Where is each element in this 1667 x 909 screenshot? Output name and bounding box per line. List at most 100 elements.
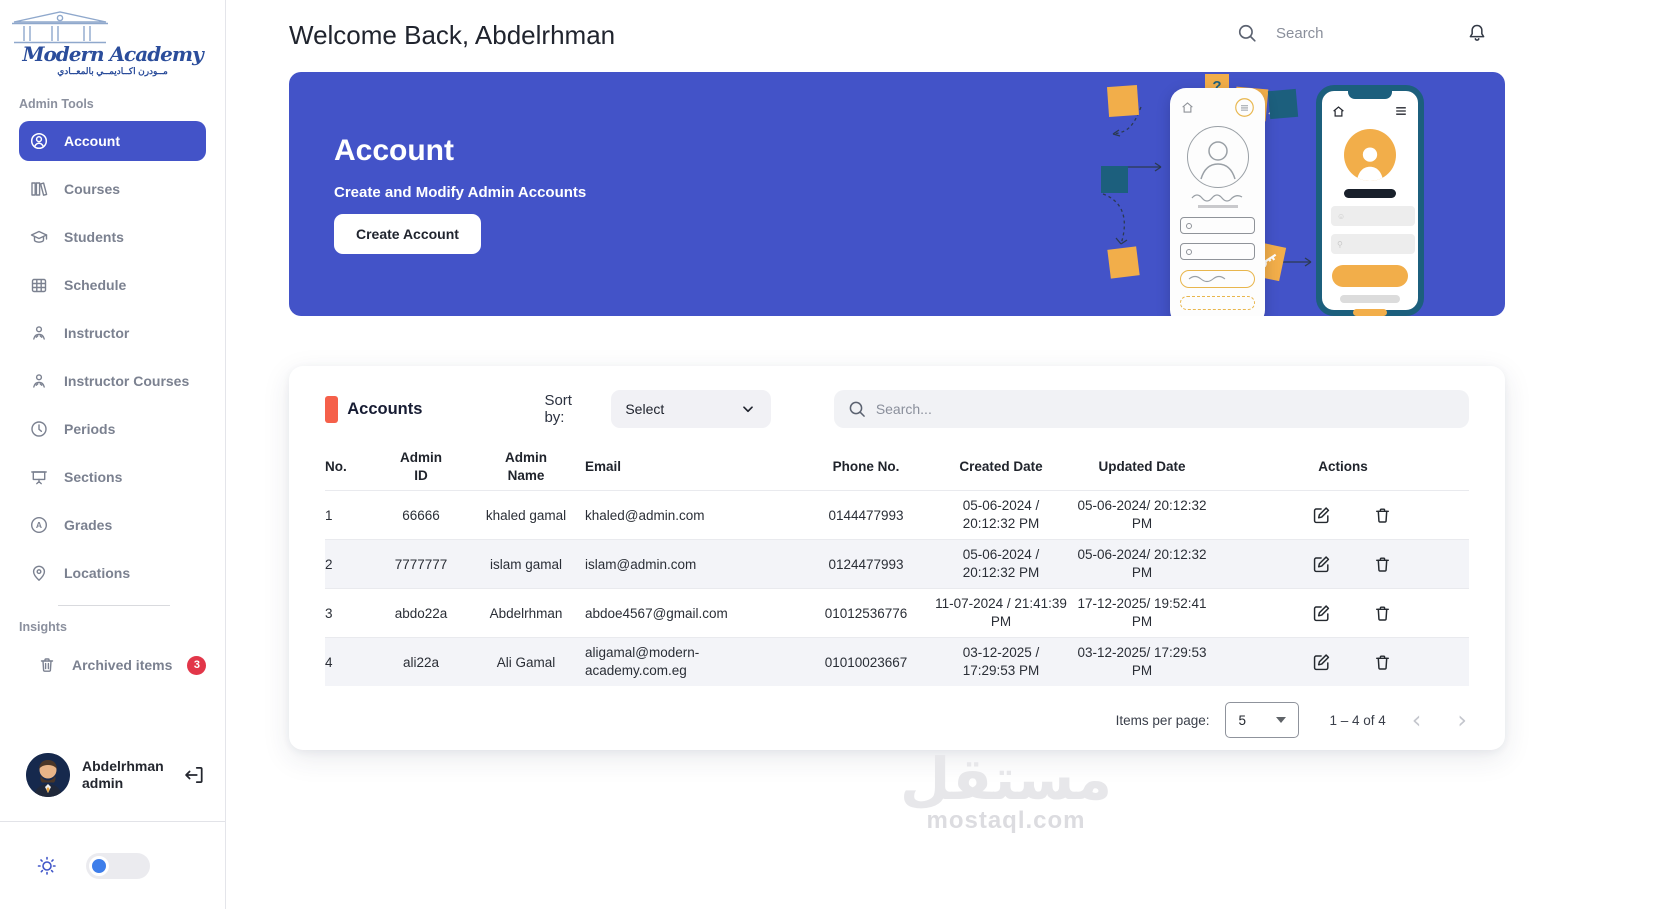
sketch-line [1197, 205, 1238, 208]
main-content: Welcome Back, Abdelrhman Account Create … [226, 0, 1667, 909]
sidebar-item-courses[interactable]: Courses [0, 165, 225, 213]
sketch-field [1180, 217, 1255, 234]
theme-toggle-knob [89, 855, 109, 876]
instructor-icon [33, 326, 45, 340]
account-hero-banner: Account Create and Modify Admin Accounts… [289, 72, 1505, 316]
delete-button[interactable] [1372, 652, 1393, 673]
cell-updated: 03-12-2025/ 17:29:53 PM [1077, 644, 1207, 678]
menu-icon [1396, 107, 1406, 115]
theme-toggle[interactable] [86, 852, 150, 879]
cell-created: 05-06-2024 / 20:12:32 PM [962, 497, 1040, 531]
table-search[interactable] [833, 390, 1469, 428]
user-profile[interactable]: Abdelrhman admin [0, 743, 225, 807]
sticky-note-teal [1101, 166, 1128, 193]
global-search[interactable] [1236, 22, 1406, 44]
cell-phone: 01012536776 [824, 605, 908, 621]
sidebar-item-label: Instructor [64, 325, 130, 341]
cell-admin-id: 7777777 [394, 556, 448, 572]
items-per-page-select[interactable]: 5 [1225, 702, 1300, 738]
cell-admin-name: Abdelrhman [489, 605, 563, 621]
sidebar-item-label: Periods [64, 421, 116, 437]
items-per-page-label: Items per page: [1115, 712, 1210, 728]
sidebar-section-admin-tools: Admin Tools [19, 97, 94, 111]
sidebar-item-instructor[interactable]: Instructor [0, 309, 225, 357]
mock-input: ☺ [1331, 206, 1415, 226]
home-icon [1182, 102, 1193, 113]
logout-button[interactable] [183, 764, 205, 786]
sidebar-item-students[interactable]: Students [0, 213, 225, 261]
archived-items-badge: 3 [187, 655, 207, 675]
archived-items-label: Archived items [72, 657, 173, 673]
create-account-button[interactable]: Create Account [334, 214, 481, 254]
edit-button[interactable] [1311, 554, 1332, 575]
avatar-filled [1344, 129, 1396, 181]
sidebar-item-grades[interactable]: A Grades [0, 501, 225, 549]
cell-admin-id: ali22a [402, 654, 440, 670]
books-icon [31, 182, 48, 196]
search-icon [1238, 24, 1256, 42]
page: Modern Academy مــودرن اكــاديمــي بالمع… [0, 0, 1667, 909]
col-admin-id: Admin ID [400, 450, 442, 483]
trash-icon [1375, 605, 1390, 621]
table-search-input[interactable] [875, 401, 1436, 417]
next-page-button[interactable]: › [1447, 708, 1477, 732]
sketch-button [1180, 270, 1255, 288]
theme-footer [0, 821, 225, 909]
col-actions: Actions [1318, 459, 1368, 475]
table-row: 1 66666 khaled gamal khaled@admin.com 01… [325, 490, 1469, 539]
hero-subtitle: Create and Modify Admin Accounts [334, 184, 587, 201]
hero-title: Account [334, 134, 454, 167]
delete-button[interactable] [1372, 554, 1393, 575]
instructor-courses-icon [33, 374, 45, 388]
watermark-domain: mostaql.com [926, 807, 1086, 834]
col-no: No. [325, 459, 347, 475]
sidebar-item-locations[interactable]: Locations [0, 549, 225, 597]
cell-created: 03-12-2025 / 17:29:53 PM [962, 644, 1040, 678]
cell-actions [1217, 505, 1469, 526]
bell-icon [1469, 24, 1485, 41]
edit-button[interactable] [1311, 652, 1332, 673]
sidebar-item-sections[interactable]: Sections [0, 453, 225, 501]
prev-page-button[interactable]: ‹ [1402, 708, 1432, 732]
watermark-arabic: مستقل [899, 745, 1113, 813]
logo-name: Modern Academy [22, 42, 203, 66]
sidebar-item-schedule[interactable]: Schedule [0, 261, 225, 309]
sketch-button-dashed [1180, 296, 1255, 310]
sticky-note-orange [1106, 84, 1140, 118]
cell-no: 4 [325, 654, 333, 670]
edit-button[interactable] [1311, 505, 1332, 526]
home-icon [1333, 105, 1344, 117]
chevron-down-icon [739, 400, 757, 418]
sort-select[interactable]: Select [611, 390, 771, 428]
cell-admin-id: 66666 [402, 507, 440, 523]
trash-icon [1375, 556, 1390, 572]
sidebar-item-archived-items[interactable]: Archived items 3 [0, 642, 225, 688]
avatar-sketch [1186, 126, 1249, 188]
global-search-input[interactable] [1276, 24, 1406, 42]
col-created: Created Date [959, 459, 1043, 475]
cell-phone: 0144477993 [828, 507, 904, 523]
svg-text:A: A [36, 520, 42, 530]
cell-email: abdoe4567@gmail.com [585, 605, 728, 621]
accounts-card: Accounts Sort by: Select No. [289, 366, 1505, 750]
cell-email: aligamal@modern-academy.com.eg [585, 644, 700, 678]
sticky-note-orange [1107, 246, 1140, 279]
mock-line-accent [1353, 309, 1387, 316]
col-email: Email [585, 459, 622, 475]
notifications-button[interactable] [1466, 22, 1488, 44]
sidebar-item-label: Schedule [64, 277, 127, 293]
delete-button[interactable] [1372, 505, 1393, 526]
edit-icon [1313, 506, 1330, 523]
sidebar-item-instructor-courses[interactable]: Instructor Courses [0, 357, 225, 405]
menu-icon [1235, 98, 1254, 117]
sidebar-item-account[interactable]: Account [19, 121, 206, 161]
user-role: admin [82, 775, 124, 791]
cell-email: khaled@admin.com [585, 507, 705, 523]
board-icon [31, 471, 47, 485]
academy-logo: Modern Academy مــودرن اكــاديمــي بالمع… [0, 0, 225, 83]
cell-actions [1217, 652, 1469, 673]
delete-button[interactable] [1372, 603, 1393, 624]
sidebar-item-periods[interactable]: Periods [0, 405, 225, 453]
items-per-page-value: 5 [1238, 712, 1246, 728]
edit-button[interactable] [1311, 603, 1332, 624]
